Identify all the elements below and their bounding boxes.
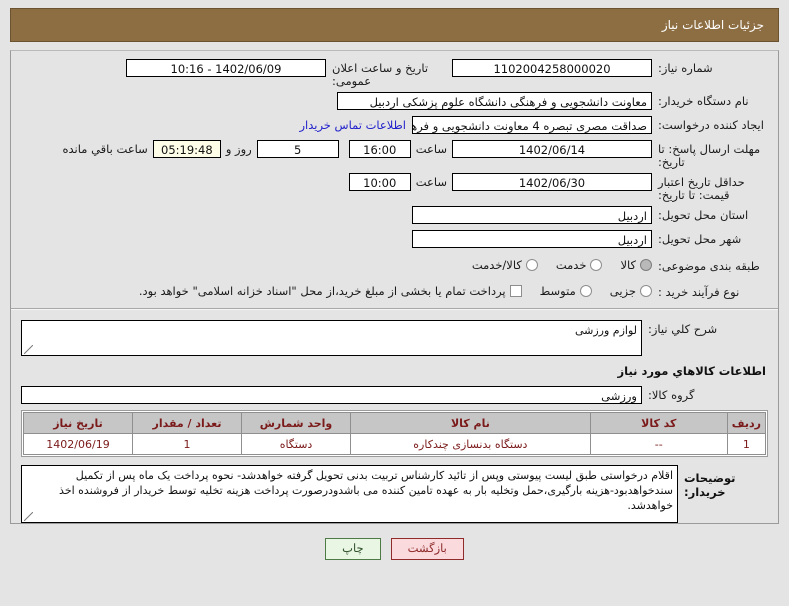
buyer-org-row: نام دستگاه خریدار: معاونت دانشجویی و فره… xyxy=(21,92,768,112)
buyer-notes-row: توضیحات خریدار: اقلام درخواستی طبق لیست … xyxy=(21,465,768,523)
cell-date: 1402/06/19 xyxy=(23,433,133,455)
countdown-days-unit: روز و xyxy=(225,142,252,156)
category-option-goods-label: کالا xyxy=(620,258,636,272)
process-option-medium-label: متوسط xyxy=(539,284,576,298)
resize-grip-icon[interactable] xyxy=(24,345,33,354)
process-option-medium[interactable]: متوسط xyxy=(540,283,592,299)
radio-icon-minor[interactable] xyxy=(640,285,652,297)
process-option-minor-label: جزیی xyxy=(609,284,636,298)
response-deadline-label: مهلت ارسال پاسخ: تا تاریخ: xyxy=(658,142,761,169)
column-header-qty: تعداد / مقدار xyxy=(132,412,242,434)
cell-radif: 1 xyxy=(726,433,767,455)
deadline-hour-label: ساعت xyxy=(415,142,447,156)
buyer-notes-label: توضیحات خریدار: xyxy=(684,471,736,499)
creator-label: ایجاد کننده درخواست: xyxy=(658,118,764,132)
delivery-city-row: شهر محل تحویل: اردبیل xyxy=(21,230,768,250)
column-header-code: کد کالا xyxy=(589,412,728,434)
need-number-row: شماره نیاز: 1102004258000020 تاریخ و ساع… xyxy=(21,59,768,88)
category-option-service-label: خدمت xyxy=(555,258,587,272)
goods-group-row: گروه کالا: ورزشی xyxy=(21,386,768,406)
purchase-process-label: نوع فرآیند خرید : xyxy=(658,285,740,299)
page-title: جزئیات اطلاعات نیاز xyxy=(661,18,764,32)
delivery-province-label: استان محل تحویل: xyxy=(658,208,749,222)
delivery-province-value: اردبیل xyxy=(412,206,652,224)
announce-datetime-value: 1402/06/09 - 10:16 xyxy=(126,59,326,77)
table-header-row: ردیف کد کالا نام کالا واحد شمارش تعداد /… xyxy=(23,412,767,434)
general-description-row: شرح کلي نیاز: لوازم ورزشی xyxy=(21,320,768,356)
goods-group-value: ورزشی xyxy=(21,386,642,404)
cell-code: -- xyxy=(589,433,728,455)
category-option-goods-service-label: کالا/خدمت xyxy=(471,258,522,272)
cell-qty: 1 xyxy=(132,433,242,455)
details-panel: شماره نیاز: 1102004258000020 تاریخ و ساع… xyxy=(10,50,779,524)
radio-icon-goods[interactable] xyxy=(640,259,652,271)
general-description-text: لوازم ورزشی xyxy=(574,324,637,337)
goods-group-label: گروه کالا: xyxy=(648,388,695,402)
back-button[interactable]: بازگشت xyxy=(390,538,464,560)
goods-table: ردیف کد کالا نام کالا واحد شمارش تعداد /… xyxy=(23,412,767,455)
response-deadline-time: 16:00 xyxy=(348,140,411,158)
column-header-date: تاریخ نیاز xyxy=(23,412,133,434)
goods-section-title: اطلاعات کالاهاي مورد نیاز xyxy=(617,364,766,378)
cell-name: دستگاه بدنسازی چندکاره xyxy=(350,433,591,455)
treasury-payment-label: پرداخت تمام یا بخشی از مبلغ خرید،از محل … xyxy=(138,284,506,298)
general-description-label: شرح کلي نیاز: xyxy=(648,322,718,336)
creator-value: صداقت مصری تبصره 4 معاونت دانشجویی و فره… xyxy=(412,116,652,134)
goods-table-wrapper: ردیف کد کالا نام کالا واحد شمارش تعداد /… xyxy=(21,410,768,457)
radio-icon-service[interactable] xyxy=(590,259,603,271)
delivery-city-label: شهر محل تحویل: xyxy=(658,232,742,246)
process-option-minor[interactable]: جزیی xyxy=(610,283,652,299)
column-header-unit: واحد شمارش xyxy=(241,412,351,434)
resize-grip-icon-notes[interactable] xyxy=(24,512,33,521)
delivery-city-value: اردبیل xyxy=(412,230,652,248)
cell-unit: دستگاه xyxy=(241,433,351,455)
creator-row: ایجاد کننده درخواست: صداقت مصری تبصره 4 … xyxy=(21,116,768,136)
category-option-goods[interactable]: کالا xyxy=(620,257,652,273)
goods-section: شرح کلي نیاز: لوازم ورزشی اطلاعات کالاها… xyxy=(11,310,778,523)
purchase-process-row: نوع فرآیند خرید : جزیی متوسط پرداخت تمام… xyxy=(21,280,768,302)
countdown-suffix-label: ساعت باقي مانده xyxy=(62,142,148,156)
buyer-org-value: معاونت دانشجویی و فرهنگی دانشگاه علوم پز… xyxy=(337,92,652,110)
need-info-section: شماره نیاز: 1102004258000020 تاریخ و ساع… xyxy=(11,59,778,302)
radio-icon-goods-service[interactable] xyxy=(525,259,538,271)
price-validity-date: 1402/06/30 xyxy=(452,173,652,191)
category-option-goods-service[interactable]: کالا/خدمت xyxy=(472,257,538,273)
buyer-contact-link[interactable]: اطلاعات تماس خریدار xyxy=(293,116,412,134)
table-row: 1 -- دستگاه بدنسازی چندکاره دستگاه 1 140… xyxy=(23,433,767,455)
category-option-service[interactable]: خدمت xyxy=(556,257,603,273)
buyer-notes-value[interactable]: اقلام درخواستی طبق لیست پیوستی وپس از تا… xyxy=(21,465,678,523)
footer-actions: بازگشت چاپ xyxy=(0,524,789,570)
need-number-label: شماره نیاز: xyxy=(658,61,713,75)
radio-icon-medium[interactable] xyxy=(579,285,592,297)
need-number-value: 1102004258000020 xyxy=(452,59,652,77)
checkbox-icon-treasury[interactable] xyxy=(509,285,522,297)
validity-hour-label: ساعت xyxy=(415,175,447,189)
response-deadline-row: مهلت ارسال پاسخ: تا تاریخ: 1402/06/14 سا… xyxy=(21,140,768,169)
print-button[interactable]: چاپ xyxy=(325,538,381,560)
page-title-bar: جزئیات اطلاعات نیاز xyxy=(10,8,779,42)
buyer-org-label: نام دستگاه خریدار: xyxy=(658,94,749,108)
countdown-days-value: 5 xyxy=(256,140,339,158)
column-header-radif: ردیف xyxy=(726,412,767,434)
general-description-value[interactable]: لوازم ورزشی xyxy=(21,320,642,356)
price-validity-row: حداقل تاریخ اعتبار قیمت: تا تاریخ: 1402/… xyxy=(21,173,768,202)
subject-category-row: طبقه بندی موضوعی: کالا خدمت کالا/خدمت xyxy=(21,254,768,276)
subject-category-label: طبقه بندی موضوعی: xyxy=(658,259,760,273)
response-deadline-date: 1402/06/14 xyxy=(452,140,652,158)
price-validity-time: 10:00 xyxy=(348,173,411,191)
announce-datetime-label: تاریخ و ساعت اعلان عمومی: xyxy=(332,61,429,88)
column-header-name: نام کالا xyxy=(350,412,591,434)
countdown-timer-value: 05:19:48 xyxy=(152,140,221,158)
delivery-province-row: استان محل تحویل: اردبیل xyxy=(21,206,768,226)
treasury-payment-option[interactable]: پرداخت تمام یا بخشی از مبلغ خرید،از محل … xyxy=(139,283,522,299)
buyer-notes-text: اقلام درخواستی طبق لیست پیوستی وپس از تا… xyxy=(59,469,673,512)
price-validity-label: حداقل تاریخ اعتبار قیمت: تا تاریخ: xyxy=(658,175,745,202)
